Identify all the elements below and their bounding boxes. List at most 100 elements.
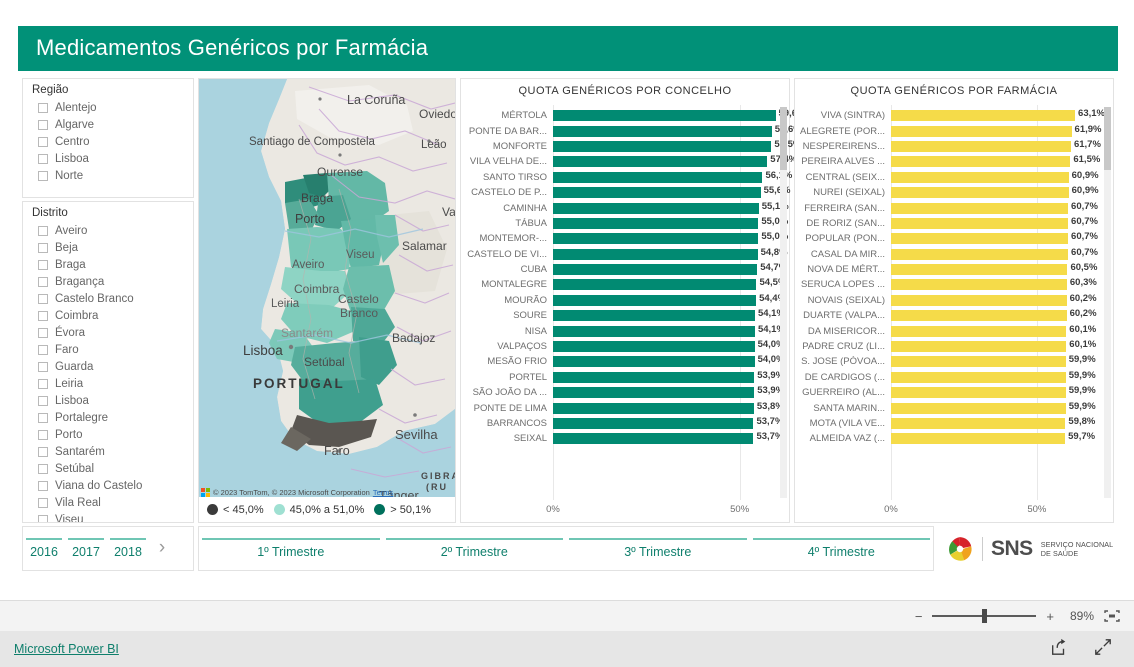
checkbox-icon[interactable] (38, 136, 48, 147)
concelho-bar-row[interactable]: MONTALEGRE 54,5% (461, 277, 786, 292)
farmacia-bar-row[interactable]: PADRE CRUZ (LI... 60,1% (795, 339, 1101, 354)
farmacia-bar[interactable] (891, 264, 1068, 276)
checkbox-icon[interactable] (38, 344, 48, 355)
concelho-bar[interactable] (553, 341, 755, 353)
checkbox-icon[interactable] (38, 242, 48, 253)
farmacia-bar[interactable] (891, 418, 1066, 429)
fit-to-page-icon[interactable] (1104, 610, 1120, 622)
concelho-bar-row[interactable]: MONFORTE 58,5% (461, 139, 801, 154)
concelho-bar[interactable] (553, 325, 755, 337)
concelho-bar[interactable] (553, 264, 758, 276)
checkbox-icon[interactable] (38, 446, 48, 457)
map-legend-item-0[interactable]: < 45,0% (207, 504, 264, 516)
farmacia-bar[interactable] (891, 171, 1069, 183)
zoom-out-button[interactable]: − (915, 609, 923, 624)
farmacia-bar-row[interactable]: DE CARDIGOS (... 59,9% (795, 370, 1101, 385)
concelho-bar[interactable] (553, 310, 755, 322)
farmacia-bar-row[interactable]: CASAL DA MIR... 60,7% (795, 247, 1101, 262)
chart-concelho-scrollbar[interactable] (780, 107, 787, 498)
farmacia-bar[interactable] (891, 387, 1066, 399)
slicer-item-regiao-4[interactable]: Norte (23, 167, 193, 184)
fullscreen-icon[interactable] (1094, 638, 1112, 661)
slicer-item-distrito-12[interactable]: Porto (23, 426, 193, 443)
share-icon[interactable] (1050, 638, 1068, 661)
concelho-bar-row[interactable]: PONTE DA BAR... 58,6% (461, 123, 802, 138)
map-legend-item-2[interactable]: > 50,1% (374, 504, 431, 516)
slicer-trimestre-item-3[interactable]: 3º Trimestre (566, 538, 750, 559)
checkbox-icon[interactable] (38, 361, 48, 372)
concelho-bar-row[interactable]: MESÃO FRIO 54,0% (461, 354, 785, 369)
concelho-bar-row[interactable]: CASTELO DE VI... 54,8% (461, 247, 788, 262)
slicer-item-distrito-11[interactable]: Portalegre (23, 409, 193, 426)
checkbox-icon[interactable] (38, 429, 48, 440)
concelho-bar[interactable] (553, 156, 768, 168)
concelho-bar-row[interactable]: TÁBUA 55,0% (461, 216, 788, 231)
farmacia-bar-row[interactable]: MOTA (VILA VE... 59,8% (795, 416, 1101, 431)
concelho-bar-row[interactable]: VALPAÇOS 54,0% (461, 339, 785, 354)
slicer-regiao[interactable]: Região Alentejo Algarve Centro Lisboa Norte (22, 78, 194, 198)
checkbox-icon[interactable] (38, 497, 48, 508)
farmacia-bar[interactable] (891, 371, 1066, 383)
farmacia-bar[interactable] (891, 156, 1071, 168)
concelho-bar-row[interactable]: SÃO JOÃO DA ... 53,9% (461, 385, 784, 400)
concelho-bar[interactable] (553, 187, 761, 199)
checkbox-icon[interactable] (38, 310, 48, 321)
concelho-bar[interactable] (553, 202, 759, 214)
slicer-trimestre-item-2[interactable]: 2º Trimestre (383, 538, 567, 559)
farmacia-bar-row[interactable]: DE RORIZ (SAN... 60,7% (795, 216, 1101, 231)
farmacia-bar-row[interactable]: NOVA DE MÉRT... 60,5% (795, 262, 1101, 277)
farmacia-bar-row[interactable]: VIVA (SINTRA) 63,1% (795, 108, 1105, 123)
farmacia-bar-row[interactable]: ALMEIDA VAZ (... 59,7% (795, 431, 1101, 446)
farmacia-bar[interactable] (891, 140, 1071, 152)
farmacia-bar-row[interactable]: PEREIRA ALVES ... 61,5% (795, 154, 1101, 169)
slicer-item-regiao-2[interactable]: Centro (23, 133, 193, 150)
slicer-item-regiao-3[interactable]: Lisboa (23, 150, 193, 167)
concelho-bar-row[interactable]: SOURE 54,1% (461, 308, 785, 323)
slicer-item-distrito-15[interactable]: Viana do Castelo (23, 477, 193, 494)
concelho-bar-row[interactable]: VILA VELHA DE... 57,4% (461, 154, 797, 169)
farmacia-bar[interactable] (891, 433, 1066, 445)
concelho-bar[interactable] (553, 418, 754, 429)
farmacia-bar[interactable] (891, 248, 1069, 260)
concelho-bar[interactable] (553, 387, 755, 399)
concelho-bar-row[interactable]: NISA 54,1% (461, 323, 785, 338)
slicer-item-distrito-1[interactable]: Beja (23, 239, 193, 256)
concelho-bar-row[interactable]: MOURÃO 54,4% (461, 293, 786, 308)
slicer-trimestre-item-1[interactable]: 1º Trimestre (199, 538, 383, 559)
slicer-ano[interactable]: 2016 2017 2018 › (22, 526, 194, 571)
concelho-bar-row[interactable]: MÉRTOLA 59,6% (461, 108, 805, 123)
slicer-ano-item-2018[interactable]: 2018 (107, 538, 149, 559)
farmacia-bar[interactable] (891, 125, 1072, 137)
farmacia-bar-row[interactable]: FERREIRA (SAN... 60,7% (795, 200, 1101, 215)
checkbox-icon[interactable] (38, 119, 48, 130)
slicer-item-distrito-10[interactable]: Lisboa (23, 392, 193, 409)
checkbox-icon[interactable] (38, 259, 48, 270)
checkbox-icon[interactable] (38, 293, 48, 304)
slicer-ano-next-icon[interactable]: › (149, 538, 175, 559)
farmacia-bar-row[interactable]: ALEGRETE (POR... 61,9% (795, 123, 1101, 138)
concelho-bar[interactable] (553, 294, 757, 306)
chart-farmacia-scrollbar[interactable] (1104, 107, 1111, 498)
concelho-bar[interactable] (553, 433, 754, 445)
concelho-bar[interactable] (553, 140, 772, 152)
slicer-distrito[interactable]: Distrito Aveiro Beja Braga Bragança Castelo … (22, 201, 194, 523)
map-terms-link[interactable]: Terms (373, 488, 393, 497)
farmacia-bar-row[interactable]: S. JOSE (PÓVOA... 59,9% (795, 354, 1101, 369)
slicer-item-distrito-17[interactable]: Viseu (23, 511, 193, 522)
slicer-item-distrito-0[interactable]: Aveiro (23, 222, 193, 239)
concelho-bar[interactable] (553, 371, 755, 383)
slicer-item-regiao-0[interactable]: Alentejo (23, 99, 193, 116)
slicer-trimestre-item-4[interactable]: 4º Trimestre (750, 538, 934, 559)
map-visual[interactable]: La Coruña Oviedo Santiago de Compostela Leã… (198, 78, 456, 523)
concelho-bar-row[interactable]: CAMINHA 55,1% (461, 200, 789, 215)
checkbox-icon[interactable] (38, 412, 48, 423)
farmacia-bar[interactable] (891, 187, 1069, 199)
concelho-bar-row[interactable]: SEIXAL 53,7% (461, 431, 783, 446)
farmacia-bar[interactable] (891, 356, 1066, 368)
slicer-item-distrito-14[interactable]: Setúbal (23, 460, 193, 477)
concelho-bar[interactable] (553, 279, 757, 291)
farmacia-bar-row[interactable]: SERUCA LOPES ... 60,3% (795, 277, 1101, 292)
slicer-item-distrito-16[interactable]: Vila Real (23, 494, 193, 511)
slicer-item-distrito-8[interactable]: Guarda (23, 358, 193, 375)
farmacia-bar-row[interactable]: GUERREIRO (AL... 59,9% (795, 385, 1101, 400)
